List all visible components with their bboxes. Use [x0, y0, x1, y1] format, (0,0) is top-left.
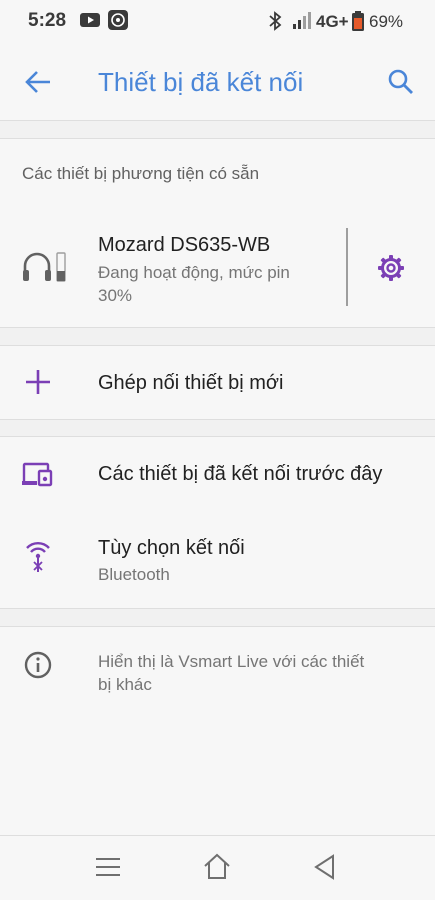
home-icon[interactable] — [203, 852, 231, 880]
app-notification-icon — [108, 10, 128, 30]
device-row-mozard[interactable]: Mozard DS635-WB Đang hoạt động, mức pin … — [0, 205, 435, 326]
pair-new-device-row[interactable]: Ghép nối thiết bị mới — [0, 346, 435, 418]
status-time: 5:28 — [28, 10, 67, 31]
navigation-bar — [0, 836, 435, 900]
signal-icon — [293, 12, 311, 29]
connection-preferences-label: Tùy chọn kết nối — [98, 537, 245, 559]
visibility-info-line1: Hiển thị là Vsmart Live với các thiết — [98, 652, 365, 671]
pair-new-device-label: Ghép nối thiết bị mới — [98, 372, 284, 394]
section-header-available-media: Các thiết bị phương tiện có sẵn — [22, 164, 260, 183]
search-icon[interactable] — [387, 68, 415, 96]
info-icon — [24, 651, 52, 679]
back-arrow-icon[interactable] — [24, 68, 52, 96]
previously-connected-row[interactable]: Các thiết bị đã kết nối trước đây — [0, 437, 435, 513]
gear-icon[interactable] — [377, 254, 405, 282]
visibility-info-line2: bị khác — [98, 675, 152, 694]
wifi-bluetooth-icon — [26, 542, 50, 572]
battery-percent: 69% — [369, 12, 404, 31]
device-divider — [346, 228, 348, 306]
plus-icon — [26, 370, 50, 394]
network-type: 4G+ — [316, 12, 349, 31]
visibility-info: Hiển thị là Vsmart Live với các thiết bị… — [0, 627, 435, 707]
bluetooth-icon — [269, 11, 282, 31]
previously-connected-label: Các thiết bị đã kết nối trước đây — [98, 463, 383, 485]
device-status-line2: 30% — [98, 286, 133, 305]
back-triangle-icon[interactable] — [313, 854, 337, 880]
connection-preferences-subtitle: Bluetooth — [98, 565, 170, 584]
menu-icon[interactable] — [95, 856, 121, 878]
device-name: Mozard DS635-WB — [98, 234, 271, 256]
youtube-icon — [80, 13, 100, 27]
battery-icon — [352, 11, 364, 31]
headphones-battery-icon — [23, 252, 66, 282]
status-bar: 5:28 4G+ 69% — [0, 0, 435, 44]
connection-preferences-row[interactable]: Tùy chọn kết nối Bluetooth — [0, 513, 435, 607]
device-status-line1: Đang hoạt động, mức pin — [98, 263, 290, 282]
devices-icon — [22, 462, 53, 487]
page-title: Thiết bị đã kết nối — [98, 67, 304, 97]
